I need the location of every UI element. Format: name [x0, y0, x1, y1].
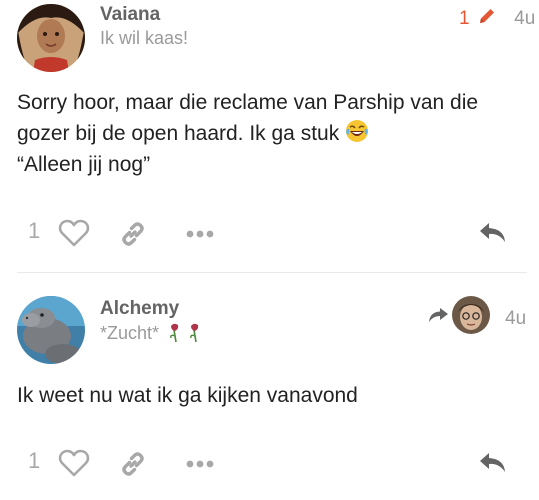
edit-count[interactable]: 1: [459, 8, 470, 29]
post-body: Sorry hoor, maar die reclame van Parship…: [17, 87, 522, 180]
heart-icon[interactable]: [58, 448, 90, 478]
post-text-line: “Alleen jij nog”: [17, 153, 151, 176]
heart-icon[interactable]: [58, 218, 90, 248]
user-title: *Zucht*: [100, 322, 208, 344]
post-vaiana: Vaiana Ik wil kaas! 1 4u Sorry hoor, maa…: [0, 0, 539, 272]
post-body: Ik weet nu wat ik ga kijken vanavond: [17, 380, 522, 411]
vaiana-avatar-icon: [17, 4, 85, 72]
post-text-line-with-emoji: gozer bij de open haard. Ik ga stuk: [17, 118, 522, 149]
post-age[interactable]: 4u: [514, 8, 535, 29]
link-icon[interactable]: [119, 450, 147, 478]
more-options-icon[interactable]: [186, 230, 216, 238]
post-text-line: Ik weet nu wat ik ga kijken vanavond: [17, 384, 358, 407]
laughing-tears-emoji-icon: [346, 120, 369, 142]
post-actions: 1: [0, 444, 539, 484]
user-title-text: *Zucht*: [100, 323, 160, 343]
post-age[interactable]: 4u: [505, 308, 526, 330]
post-alchemy: Alchemy *Zucht* 4u Ik weet nu wat ik ga …: [0, 272, 539, 500]
username[interactable]: Alchemy: [100, 298, 179, 320]
more-options-icon[interactable]: [186, 460, 216, 468]
post-meta: 1 4u: [459, 6, 535, 30]
pencil-icon[interactable]: [477, 6, 497, 26]
reply-to-avatar: [452, 296, 490, 334]
reply-arrow-icon: [429, 308, 448, 322]
post-text-line: Sorry hoor, maar die reclame van Parship…: [17, 91, 479, 114]
reply-to-indicator[interactable]: [427, 296, 490, 334]
wilted-rose-icon: [170, 323, 199, 343]
reply-icon[interactable]: [479, 220, 507, 246]
like-count[interactable]: 1: [28, 448, 40, 474]
user-title: Ik wil kaas!: [100, 28, 189, 48]
username[interactable]: Vaiana: [100, 4, 160, 26]
avatar[interactable]: [17, 296, 85, 364]
post-text-line: gozer bij de open haard. Ik ga stuk: [17, 122, 340, 145]
reply-icon[interactable]: [479, 450, 507, 476]
hippo-avatar-icon: [17, 296, 85, 364]
post-actions: 1: [0, 214, 539, 254]
like-count[interactable]: 1: [28, 218, 40, 244]
link-icon[interactable]: [119, 220, 147, 248]
avatar[interactable]: [17, 4, 85, 72]
